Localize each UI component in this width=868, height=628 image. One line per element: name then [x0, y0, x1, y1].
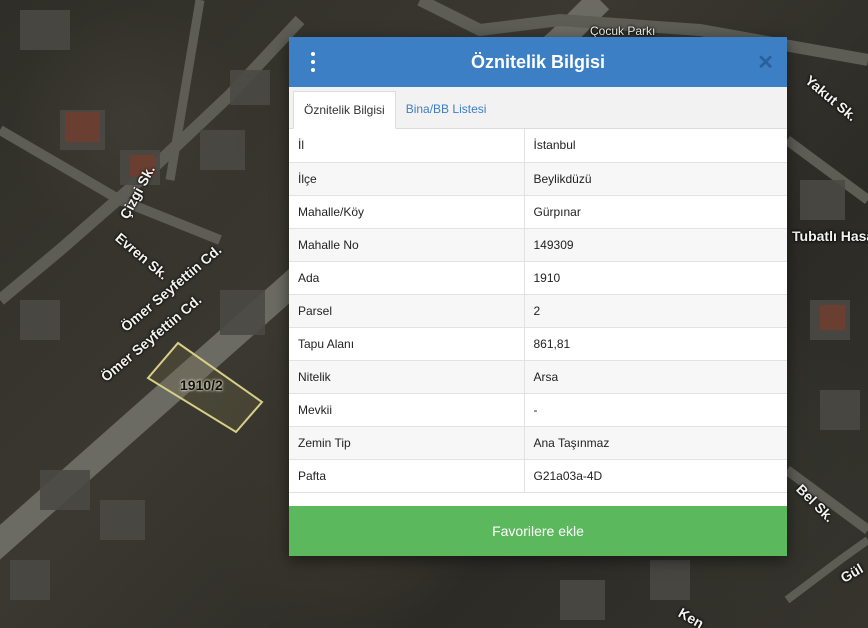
attribute-value: G21a03a-4D: [524, 459, 787, 493]
attribute-value: Arsa: [524, 360, 787, 394]
attribute-key: İlçe: [289, 162, 525, 196]
dialog-header: Öznitelik Bilgisi ✕: [289, 37, 787, 87]
table-row: Parsel 2: [289, 294, 787, 328]
attribute-key: İl: [289, 129, 525, 163]
attribute-key: Tapu Alanı: [289, 327, 525, 361]
table-row: Tapu Alanı 861,81: [289, 327, 787, 361]
attribute-key: Mahalle/Köy: [289, 195, 525, 229]
attribute-value: İstanbul: [524, 129, 787, 163]
attribute-key: Parsel: [289, 294, 525, 328]
tab-building-list[interactable]: Bina/BB Listesi: [396, 90, 497, 128]
parcel-label: 1910/2: [180, 377, 223, 393]
close-icon[interactable]: ✕: [757, 50, 774, 75]
attribute-value: 149309: [524, 228, 787, 262]
attribute-value: Gürpınar: [524, 195, 787, 229]
dialog-title: Öznitelik Bilgisi: [470, 51, 606, 72]
table-row: Mevkii -: [289, 393, 787, 427]
table-row: Mahalle/Köy Gürpınar: [289, 195, 787, 229]
table-row: İlçe Beylikdüzü: [289, 162, 787, 196]
tab-attribute-info[interactable]: Öznitelik Bilgisi: [293, 91, 396, 129]
menu-icon[interactable]: [309, 52, 317, 72]
attribute-value: Beylikdüzü: [524, 162, 787, 196]
attribute-key: Zemin Tip: [289, 426, 525, 460]
attribute-table: İl İstanbul İlçe Beylikdüzü Mahalle/Köy Gürpı…: [289, 129, 787, 493]
street-label: Tubatlı Hasan: [792, 228, 868, 244]
attribute-value: 2: [524, 294, 787, 328]
attribute-value: 1910: [524, 261, 787, 295]
table-row: İl İstanbul: [289, 129, 787, 163]
attribute-key: Mahalle No: [289, 228, 525, 262]
attribute-value: 861,81: [524, 327, 787, 361]
table-row: Mahalle No 149309: [289, 228, 787, 262]
tab-bar: Öznitelik Bilgisi Bina/BB Listesi: [289, 87, 787, 129]
table-row: Pafta G21a03a-4D: [289, 459, 787, 493]
attribute-key: Mevkii: [289, 393, 525, 427]
attribute-value: -: [524, 393, 787, 427]
attribute-key: Pafta: [289, 459, 525, 493]
table-row: Ada 1910: [289, 261, 787, 295]
attribute-dialog: Öznitelik Bilgisi ✕ Öznitelik Bilgisi Bi…: [289, 37, 787, 556]
attribute-value: Ana Taşınmaz: [524, 426, 787, 460]
attribute-key: Nitelik: [289, 360, 525, 394]
street-label: Çocuk Parkı: [590, 24, 656, 38]
add-favorite-button[interactable]: Favorilere ekle: [289, 506, 787, 556]
table-row: Zemin Tip Ana Taşınmaz: [289, 426, 787, 460]
table-row: Nitelik Arsa: [289, 360, 787, 394]
attribute-key: Ada: [289, 261, 525, 295]
